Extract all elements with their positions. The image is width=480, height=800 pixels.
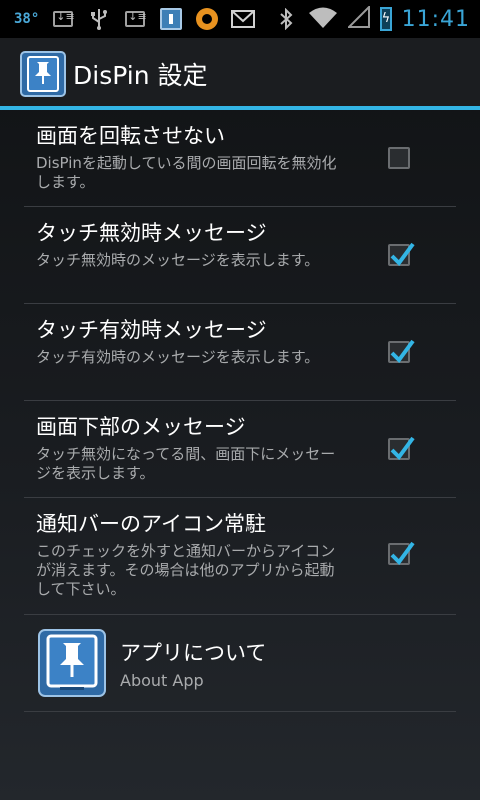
download-icon — [51, 8, 75, 30]
pref-title: 通知バーのアイコン常駐 — [36, 512, 266, 536]
usb-icon — [87, 8, 111, 30]
clock: 11:41 — [401, 6, 470, 32]
battery-charging-icon — [379, 7, 392, 31]
checkbox[interactable] — [388, 147, 410, 169]
wifi-icon — [308, 5, 338, 33]
pref-summary: タッチ無効時のメッセージを表示します。 — [36, 251, 320, 269]
pref-title: タッチ有効時メッセージ — [36, 318, 267, 342]
signal-icon — [346, 4, 370, 32]
checkmark-icon — [390, 436, 415, 461]
pref-item-notification-icon[interactable]: 通知バーのアイコン常駐 このチェックを外すと通知バーからアイコンが消えます。その… — [24, 498, 456, 615]
action-bar: DisPin 設定 — [0, 38, 480, 106]
bluetooth-icon — [274, 8, 298, 30]
notification-icons: 38° — [14, 6, 256, 32]
checkmark-icon — [390, 339, 415, 364]
pref-summary: タッチ有効時のメッセージを表示します。 — [36, 348, 320, 366]
pref-item-about-app[interactable]: アプリについて About App — [24, 615, 456, 712]
pref-item-touch-enabled-message[interactable]: タッチ有効時メッセージ タッチ有効時のメッセージを表示します。 — [24, 304, 456, 401]
pref-title: タッチ無効時メッセージ — [36, 221, 267, 245]
status-bar: 38° 11:41 — [0, 0, 480, 38]
gmail-icon — [231, 8, 256, 30]
pref-title: アプリについて — [120, 641, 267, 665]
checkbox[interactable] — [388, 339, 415, 364]
pref-summary: About App — [120, 671, 204, 690]
system-icons: 11:41 — [274, 4, 470, 34]
checkmark-icon — [390, 541, 415, 566]
checkmark-icon — [390, 242, 415, 267]
page-title: DisPin 設定 — [73, 61, 208, 90]
pref-summary: DisPinを起動している間の画面回転を無効化します。 — [36, 154, 337, 191]
pref-summary: タッチ無効になってる間、画面下にメッセージを表示します。 — [36, 445, 336, 482]
checkbox[interactable] — [388, 436, 415, 461]
pref-item-touch-disabled-message[interactable]: タッチ無効時メッセージ タッチ無効時のメッセージを表示します。 — [24, 207, 456, 304]
checkbox[interactable] — [388, 541, 415, 566]
download-icon — [123, 8, 147, 30]
pref-item-bottom-message[interactable]: 画面下部のメッセージ タッチ無効になってる間、画面下にメッセージを表示します。 — [24, 401, 456, 498]
pref-title: 画面を回転させない — [36, 124, 225, 148]
temperature-indicator: 38° — [14, 11, 40, 27]
pref-title: 画面下部のメッセージ — [36, 415, 246, 439]
pref-summary: このチェックを外すと通知バーからアイコンが消えます。その場合は他のアプリから起動… — [36, 542, 336, 598]
orange-circle-icon — [195, 8, 219, 30]
dispin-icon — [159, 8, 183, 30]
checkbox[interactable] — [388, 242, 415, 267]
pref-item-disable-rotation[interactable]: 画面を回転させない DisPinを起動している間の画面回転を無効化します。 — [24, 110, 456, 207]
